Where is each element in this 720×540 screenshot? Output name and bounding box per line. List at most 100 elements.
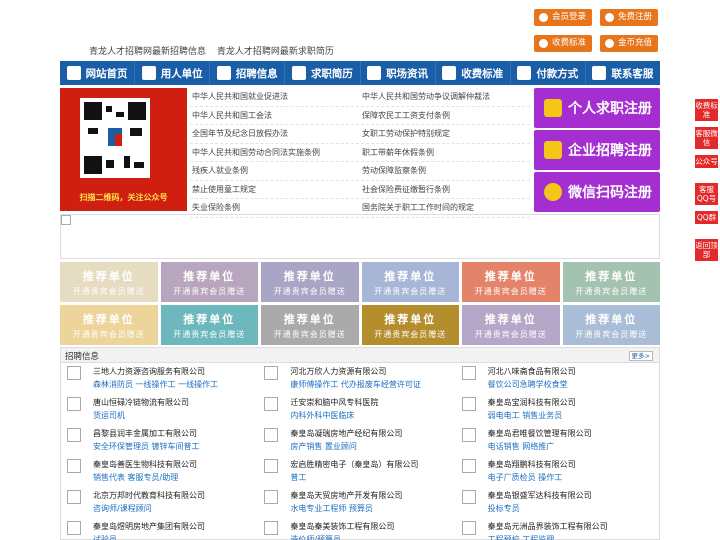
nav-support[interactable]: 联系客服 xyxy=(586,61,660,85)
company-name[interactable]: 唐山恒碌冷链物流有限公司 xyxy=(93,397,264,408)
company-name[interactable]: 秦皇岛煜明房地产集团有限公司 xyxy=(93,521,264,532)
company-logo-icon[interactable] xyxy=(461,490,476,504)
nav-employers[interactable]: 用人单位 xyxy=(135,61,211,85)
company-logo-icon[interactable] xyxy=(264,521,279,535)
job-positions[interactable]: 安全环保管理员 镀锌车间普工 xyxy=(93,441,264,452)
side-official-account[interactable]: 公众号 xyxy=(695,155,718,168)
company-logo-icon[interactable] xyxy=(67,490,81,504)
company-logo-icon[interactable] xyxy=(461,521,476,535)
login-button[interactable]: 会员登录 xyxy=(534,9,593,26)
company-name[interactable]: 秦皇岛宝润科技有限公司 xyxy=(488,397,659,408)
law-link[interactable]: 职工带薪年休假条例 xyxy=(360,144,530,162)
ad-banner[interactable] xyxy=(60,214,660,259)
nav-resumes[interactable]: 求职简历 xyxy=(285,61,361,85)
latest-resumes-link[interactable]: 青龙人才招聘网最新求职简历 xyxy=(217,47,334,57)
recommended-unit-tile[interactable]: 推荐单位 开通贵宾会员赠送 xyxy=(361,305,459,345)
company-logo-icon[interactable] xyxy=(461,397,476,411)
company-name[interactable]: 北京万邦时代教育科技有限公司 xyxy=(93,490,264,501)
jobseeker-register-button[interactable]: 个人求职注册 xyxy=(534,88,660,128)
nav-jobs[interactable]: 招聘信息 xyxy=(210,61,286,85)
nav-home[interactable]: 网站首页 xyxy=(60,61,136,85)
recommended-unit-tile[interactable]: 推荐单位 开通贵宾会员赠送 xyxy=(60,262,158,302)
law-link[interactable]: 劳动保障监察条例 xyxy=(360,162,530,180)
law-link[interactable]: 中华人民共和国劳动合同法实施条例 xyxy=(190,144,360,162)
side-back-to-top[interactable]: 返回顶部 xyxy=(695,239,718,261)
recommended-unit-tile[interactable]: 推荐单位 开通贵宾会员赠送 xyxy=(361,262,459,302)
company-name[interactable]: 秦皇岛秦美装饰工程有限公司 xyxy=(290,521,461,532)
company-logo-icon[interactable] xyxy=(264,366,279,380)
more-jobs-link[interactable]: 更多> xyxy=(628,351,653,361)
company-logo-icon[interactable] xyxy=(264,459,279,473)
law-link[interactable]: 中华人民共和国工会法 xyxy=(190,107,360,125)
latest-jobs-link[interactable]: 青龙人才招聘网最新招聘信息 xyxy=(89,47,206,57)
company-name[interactable]: 迁安崇和脑中风专科医院 xyxy=(290,397,461,408)
company-logo-icon[interactable] xyxy=(264,428,279,442)
company-logo-icon[interactable] xyxy=(264,490,279,504)
nav-payment[interactable]: 付款方式 xyxy=(511,61,586,85)
job-positions[interactable]: 森林消防员 一线操作工 一线操作工 xyxy=(93,379,264,390)
company-logo-icon[interactable] xyxy=(461,366,476,380)
law-link[interactable]: 保障农民工工资支付条例 xyxy=(360,107,530,125)
side-support-qq[interactable]: 客服QQ号 xyxy=(695,183,718,205)
company-name[interactable]: 河北万欣人力资源有限公司 xyxy=(290,366,461,377)
recommended-unit-tile[interactable]: 推荐单位 开通贵宾会员赠送 xyxy=(160,305,258,345)
nav-news[interactable]: 职场资讯 xyxy=(361,61,436,85)
job-positions[interactable]: 餐饮公司急聘学校食堂 xyxy=(488,379,659,390)
employer-register-button[interactable]: 企业招聘注册 xyxy=(534,130,660,170)
job-positions[interactable]: 房产销售 置业顾问 xyxy=(290,441,461,452)
company-logo-icon[interactable] xyxy=(67,366,81,380)
recommended-unit-tile[interactable]: 推荐单位 开通贵宾会员赠送 xyxy=(562,305,660,345)
company-name[interactable]: 宏启胜精密电子（秦皇岛）有限公司 xyxy=(290,459,461,470)
recommended-unit-tile[interactable]: 推荐单位 开通贵宾会员赠送 xyxy=(60,305,158,345)
job-positions[interactable]: 货运司机 xyxy=(93,410,264,421)
recharge-button[interactable]: 金币充值 xyxy=(600,35,659,52)
job-positions[interactable]: 普工 xyxy=(290,472,461,483)
law-link[interactable]: 女职工劳动保护特别规定 xyxy=(360,125,530,143)
company-logo-icon[interactable] xyxy=(67,428,81,442)
recommended-unit-tile[interactable]: 推荐单位 开通贵宾会员赠送 xyxy=(160,262,258,302)
job-positions[interactable]: 销售代表 客服专员/助理 xyxy=(93,472,264,483)
job-positions[interactable]: 试验员 xyxy=(93,534,264,540)
job-positions[interactable]: 水电专业工程师 预算员 xyxy=(290,503,461,514)
law-link[interactable]: 残疾人就业条例 xyxy=(190,162,360,180)
company-name[interactable]: 秦皇岛翔鹏科技有限公司 xyxy=(488,459,659,470)
recommended-unit-tile[interactable]: 推荐单位 开通贵宾会员赠送 xyxy=(562,262,660,302)
company-logo-icon[interactable] xyxy=(461,428,476,442)
law-link[interactable]: 中华人民共和国劳动争议调解仲裁法 xyxy=(360,88,530,106)
recommended-unit-tile[interactable]: 推荐单位 开通贵宾会员赠送 xyxy=(462,305,560,345)
company-name[interactable]: 河北八味斋食品有限公司 xyxy=(488,366,659,377)
law-link[interactable]: 社会保险费征缴暂行条例 xyxy=(360,181,530,199)
company-name[interactable]: 秦皇岛善医生物科技有限公司 xyxy=(93,459,264,470)
law-link[interactable]: 全国年节及纪念日放假办法 xyxy=(190,125,360,143)
company-name[interactable]: 秦皇岛银盛军达科技有限公司 xyxy=(488,490,659,501)
side-qq-group[interactable]: QQ群 xyxy=(695,211,718,224)
side-support-wechat[interactable]: 客服微信 xyxy=(695,127,718,149)
pricing-button[interactable]: 收费标准 xyxy=(534,35,593,52)
job-positions[interactable]: 电话销售 网络推广 xyxy=(488,441,659,452)
company-logo-icon[interactable] xyxy=(67,397,81,411)
company-name[interactable]: 昌黎县润丰金属加工有限公司 xyxy=(93,428,264,439)
job-positions[interactable]: 弱电电工 销售业务员 xyxy=(488,410,659,421)
job-positions[interactable]: 电子厂质检员 操作工 xyxy=(488,472,659,483)
company-name[interactable]: 秦皇岛元洲品界装饰工程有限公司 xyxy=(488,521,659,532)
law-link[interactable]: 中华人民共和国就业促进法 xyxy=(190,88,360,106)
job-positions[interactable]: 内科外科中医临床 xyxy=(290,410,461,421)
job-positions[interactable]: 康师傅操作工 代办报废车经营许可证 xyxy=(290,379,461,390)
recommended-unit-tile[interactable]: 推荐单位 开通贵宾会员赠送 xyxy=(462,262,560,302)
law-link[interactable]: 禁止使用童工规定 xyxy=(190,181,360,199)
job-positions[interactable]: 造价师/预算员 xyxy=(290,534,461,540)
job-positions[interactable]: 咨询师/课程顾问 xyxy=(93,503,264,514)
company-name[interactable]: 秦皇岛凝瑞房地产经纪有限公司 xyxy=(290,428,461,439)
nav-pricing[interactable]: 收费标准 xyxy=(436,61,511,85)
company-logo-icon[interactable] xyxy=(67,459,81,473)
side-pricing[interactable]: 收费标准 xyxy=(695,99,718,121)
company-name[interactable]: 秦皇岛天贸房地产开发有限公司 xyxy=(290,490,461,501)
recommended-unit-tile[interactable]: 推荐单位 开通贵宾会员赠送 xyxy=(261,305,359,345)
job-positions[interactable]: 投标专员 xyxy=(488,503,659,514)
company-logo-icon[interactable] xyxy=(461,459,476,473)
company-logo-icon[interactable] xyxy=(264,397,279,411)
job-positions[interactable]: 工程预校 工程监理 xyxy=(488,534,659,540)
recommended-unit-tile[interactable]: 推荐单位 开通贵宾会员赠送 xyxy=(261,262,359,302)
company-name[interactable]: 秦皇岛君唯餐饮管理有限公司 xyxy=(488,428,659,439)
company-name[interactable]: 三地人力资源咨询服务有限公司 xyxy=(93,366,264,377)
